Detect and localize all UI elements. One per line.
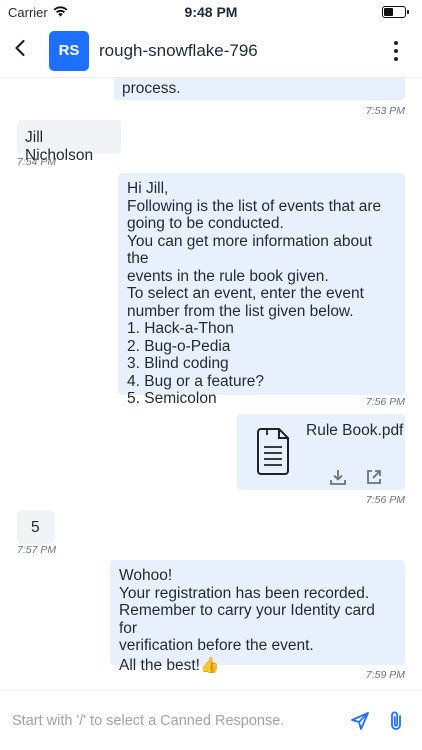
message-text: process.: [122, 80, 181, 97]
message-bubble-incoming: Jill Nicholson: [17, 120, 121, 164]
battery-level: [384, 8, 393, 16]
status-bar: Carrier 9:48 PM: [0, 0, 422, 24]
back-button[interactable]: [14, 36, 36, 66]
kebab-dot: [394, 56, 398, 61]
message-composer: [0, 690, 422, 750]
message-bubble-outgoing: Wohoo! Your registration has been record…: [110, 560, 405, 674]
message-signoff: All the best!👍: [119, 657, 396, 675]
message-time: 7:56 PM: [365, 396, 405, 408]
attachment-file-name: Rule Book.pdf: [306, 422, 404, 439]
message-time: 7:54 PM: [17, 156, 57, 168]
message-text: Wohoo! Your registration has been record…: [119, 567, 375, 654]
download-icon[interactable]: [329, 468, 347, 486]
message-text: Hi Jill, Following is the list of events…: [127, 180, 382, 407]
avatar[interactable]: RS: [49, 30, 89, 71]
message-time: 7:56 PM: [365, 494, 405, 506]
document-icon: [255, 426, 291, 481]
status-left: Carrier: [8, 5, 68, 20]
message-bubble-outgoing: process.: [114, 78, 405, 100]
conversation-header: RS rough-snowflake-796: [0, 24, 422, 78]
open-external-icon[interactable]: [365, 468, 383, 486]
message-bubble-incoming: 5: [17, 510, 54, 544]
battery-icon: [382, 6, 409, 18]
message-bubble-outgoing: Hi Jill, Following is the list of events…: [118, 173, 405, 407]
message-input[interactable]: [12, 712, 338, 729]
wifi-icon: [53, 5, 68, 20]
chevron-left-icon: [14, 39, 26, 62]
message-time: 7:53 PM: [365, 105, 405, 117]
kebab-dot: [394, 40, 398, 45]
message-time: 7:59 PM: [365, 669, 405, 681]
message-text: All the best!: [119, 656, 200, 674]
contact-name[interactable]: rough-snowflake-796: [99, 41, 384, 61]
thumbs-up-emoji: 👍: [200, 656, 220, 674]
send-icon[interactable]: [346, 707, 374, 735]
attach-icon[interactable]: [382, 707, 410, 735]
more-options-button[interactable]: [384, 36, 408, 66]
message-text: 5: [31, 519, 40, 536]
message-list[interactable]: process. 7:53 PM Jill Nicholson 7:54 PM …: [0, 78, 422, 690]
attachment-bubble[interactable]: Rule Book.pdf: [237, 414, 405, 490]
carrier-label: Carrier: [8, 4, 48, 20]
kebab-dot: [394, 48, 398, 53]
message-time: 7:57 PM: [17, 544, 57, 556]
attachment-actions: [329, 468, 383, 486]
